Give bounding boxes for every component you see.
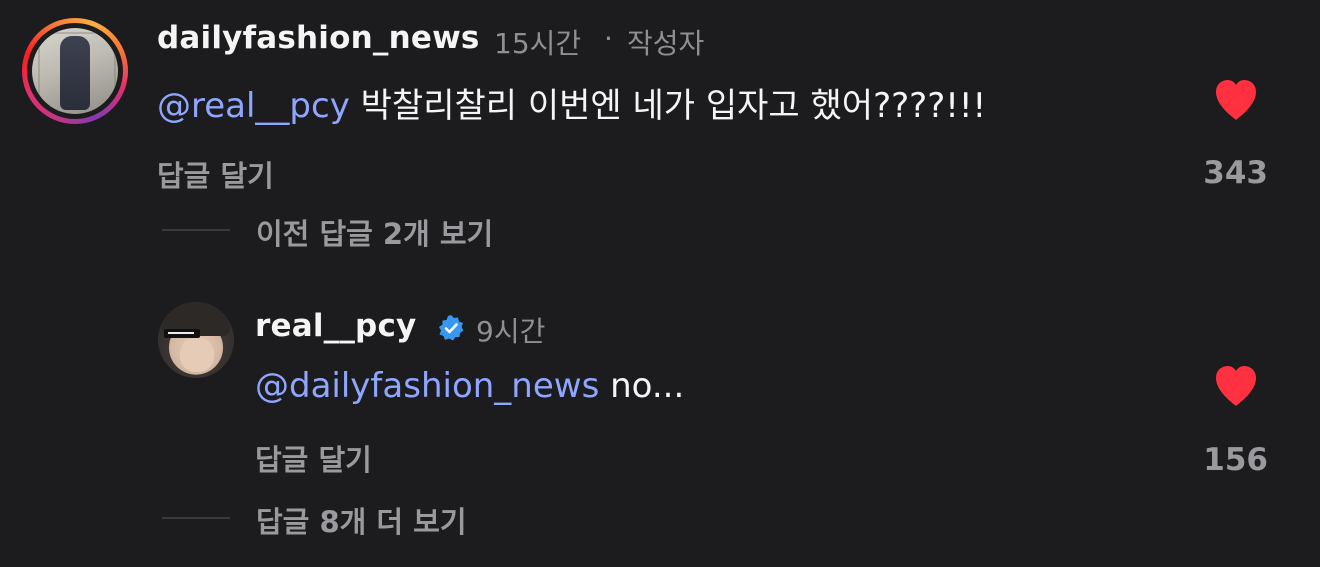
reply-mention[interactable]: @dailyfashion_news (255, 366, 599, 406)
comment-mention[interactable]: @real__pcy (157, 86, 350, 126)
view-more-replies[interactable]: 답글 8개 더 보기 (256, 499, 467, 541)
thread-line (162, 517, 230, 519)
comment-body: @real__pcy 박찰리찰리 이번엔 네가 입자고 했어????!!! (157, 78, 986, 127)
comment-time: 15시간 (494, 27, 582, 60)
reply-button[interactable]: 답글 달기 (255, 437, 372, 479)
reply-time: 9시간 (476, 315, 546, 348)
avatar[interactable] (22, 18, 128, 124)
reply-username[interactable]: real__pcy (255, 308, 416, 344)
reply-body: @dailyfashion_news no... (255, 366, 684, 406)
avatar-photo (32, 28, 118, 114)
comment-text: 박찰리찰리 이번엔 네가 입자고 했어????!!! (349, 86, 987, 126)
thread-line (162, 229, 230, 231)
heart-icon[interactable] (1212, 364, 1260, 408)
heart-icon[interactable] (1212, 78, 1260, 122)
like-count[interactable]: 343 (1178, 155, 1268, 191)
view-previous-replies[interactable]: 이전 답글 2개 보기 (256, 211, 493, 253)
like-count[interactable]: 156 (1178, 442, 1268, 478)
comment-username[interactable]: dailyfashion_news (157, 20, 480, 56)
reply-avatar[interactable] (158, 302, 234, 378)
reply-text: no... (599, 366, 685, 406)
meta-separator: · (604, 22, 613, 55)
verified-badge-icon (439, 315, 464, 341)
reply-button[interactable]: 답글 달기 (157, 153, 274, 195)
author-badge: 작성자 (627, 27, 705, 60)
